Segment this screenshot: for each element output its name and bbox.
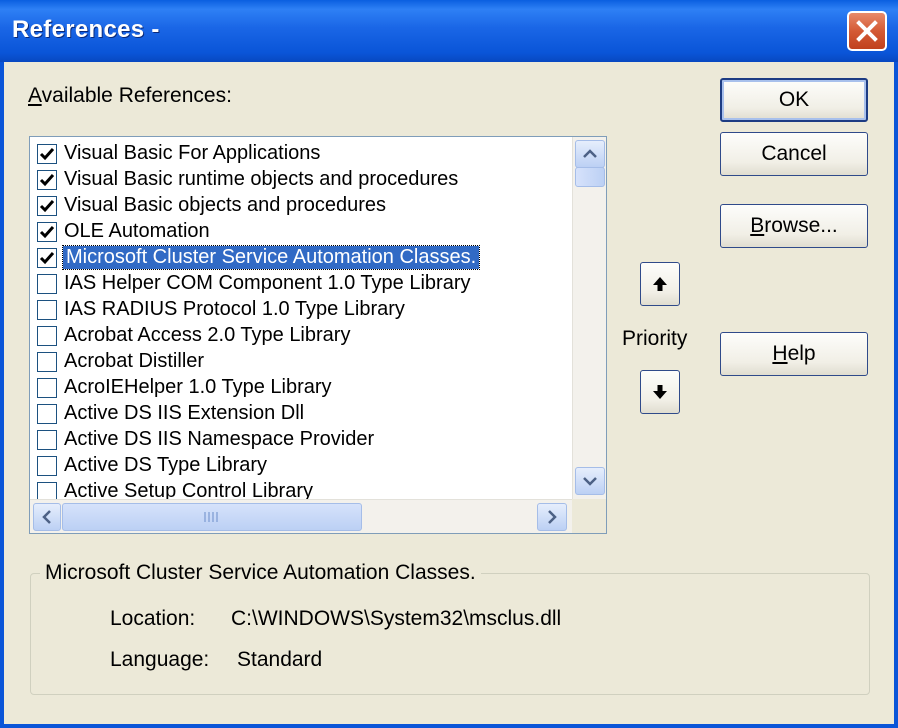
- scroll-up-button[interactable]: [575, 140, 605, 168]
- reference-label: Active DS IIS Extension Dll: [64, 402, 305, 424]
- reference-label: OLE Automation: [64, 220, 210, 242]
- reference-checkbox[interactable]: [37, 352, 57, 372]
- reference-checkbox[interactable]: [37, 456, 57, 476]
- close-icon: [856, 20, 878, 42]
- checkmark-icon: [39, 174, 55, 187]
- priority-up-button[interactable]: [640, 262, 680, 306]
- close-button[interactable]: [847, 11, 887, 51]
- reference-list-item[interactable]: Visual Basic For Applications: [30, 141, 570, 167]
- reference-checkbox[interactable]: [37, 170, 57, 190]
- reference-label: Visual Basic runtime objects and procedu…: [64, 168, 459, 190]
- reference-list-item[interactable]: Acrobat Access 2.0 Type Library: [30, 323, 570, 349]
- reference-checkbox[interactable]: [37, 144, 57, 164]
- reference-checkbox[interactable]: [37, 404, 57, 424]
- location-label: Location:: [110, 607, 196, 630]
- arrow-up-icon: [653, 277, 667, 291]
- reference-label: Visual Basic objects and procedures: [64, 194, 387, 216]
- reference-list-item[interactable]: Active DS IIS Extension Dll: [30, 401, 570, 427]
- reference-label: Active DS IIS Namespace Provider: [64, 428, 375, 450]
- details-groupbox: [30, 573, 870, 695]
- grip-icon: [204, 512, 218, 522]
- reference-checkbox[interactable]: [37, 430, 57, 450]
- reference-list-item[interactable]: Visual Basic runtime objects and procedu…: [30, 167, 570, 193]
- references-listbox[interactable]: Visual Basic For Applications Visual Basi…: [29, 136, 607, 534]
- reference-list-item[interactable]: Active DS Type Library: [30, 453, 570, 479]
- checkmark-icon: [39, 226, 55, 239]
- reference-list-item[interactable]: OLE Automation: [30, 219, 570, 245]
- scroll-left-button[interactable]: [33, 503, 61, 531]
- ok-button[interactable]: OK: [720, 78, 868, 122]
- reference-list-item[interactable]: IAS Helper COM Component 1.0 Type Librar…: [30, 271, 570, 297]
- chevron-left-icon: [42, 510, 51, 524]
- reference-list-item[interactable]: AcroIEHelper 1.0 Type Library: [30, 375, 570, 401]
- language-label: Language:: [110, 648, 210, 671]
- chevron-right-icon: [548, 510, 557, 524]
- details-title: Microsoft Cluster Service Automation Cla…: [40, 561, 481, 585]
- reference-label: Acrobat Distiller: [64, 350, 205, 372]
- checkmark-icon: [39, 252, 55, 265]
- reference-label: IAS Helper COM Component 1.0 Type Librar…: [64, 272, 471, 294]
- priority-down-button[interactable]: [640, 370, 680, 414]
- scroll-right-button[interactable]: [537, 503, 567, 531]
- language-value: Standard: [237, 648, 323, 671]
- chevron-up-icon: [583, 149, 597, 158]
- reference-label: Acrobat Access 2.0 Type Library: [64, 324, 351, 346]
- scrollbar-corner: [572, 499, 606, 533]
- cancel-button[interactable]: Cancel: [720, 132, 868, 176]
- reference-list-item[interactable]: IAS RADIUS Protocol 1.0 Type Library: [30, 297, 570, 323]
- browse-button[interactable]: Browse...: [720, 204, 868, 248]
- available-references-label: Available References:: [28, 84, 232, 107]
- reference-list-item[interactable]: Acrobat Distiller: [30, 349, 570, 375]
- priority-label: Priority: [622, 327, 688, 350]
- reference-label: AcroIEHelper 1.0 Type Library: [64, 376, 332, 398]
- reference-label: Active DS Type Library: [64, 454, 268, 476]
- scroll-down-button[interactable]: [575, 467, 605, 495]
- vertical-scroll-thumb[interactable]: [575, 167, 605, 187]
- horizontal-scrollbar[interactable]: [30, 499, 572, 533]
- location-value: C:\WINDOWS\System32\msclus.dll: [231, 607, 562, 630]
- checkmark-icon: [39, 148, 55, 161]
- checkmark-icon: [39, 200, 55, 213]
- horizontal-scroll-thumb[interactable]: [62, 503, 362, 531]
- window-title: References -: [12, 16, 160, 43]
- arrow-down-icon: [653, 385, 667, 399]
- reference-checkbox[interactable]: [37, 222, 57, 242]
- reference-checkbox[interactable]: [37, 274, 57, 294]
- reference-list-item[interactable]: Active DS IIS Namespace Provider: [30, 427, 570, 453]
- reference-checkbox[interactable]: [37, 300, 57, 320]
- reference-checkbox[interactable]: [37, 248, 57, 268]
- reference-checkbox[interactable]: [37, 326, 57, 346]
- help-button[interactable]: Help: [720, 332, 868, 376]
- reference-checkbox[interactable]: [37, 196, 57, 216]
- reference-label: Microsoft Cluster Service Automation Cla…: [61, 245, 481, 270]
- reference-list-item[interactable]: Visual Basic objects and procedures: [30, 193, 570, 219]
- reference-label: IAS RADIUS Protocol 1.0 Type Library: [64, 298, 405, 320]
- chevron-down-icon: [583, 477, 597, 486]
- title-bar[interactable]: References -: [0, 0, 898, 62]
- reference-label: Visual Basic For Applications: [64, 142, 321, 164]
- reference-checkbox[interactable]: [37, 378, 57, 398]
- reference-list-item[interactable]: Microsoft Cluster Service Automation Cla…: [30, 245, 570, 271]
- vertical-scrollbar[interactable]: [572, 137, 606, 499]
